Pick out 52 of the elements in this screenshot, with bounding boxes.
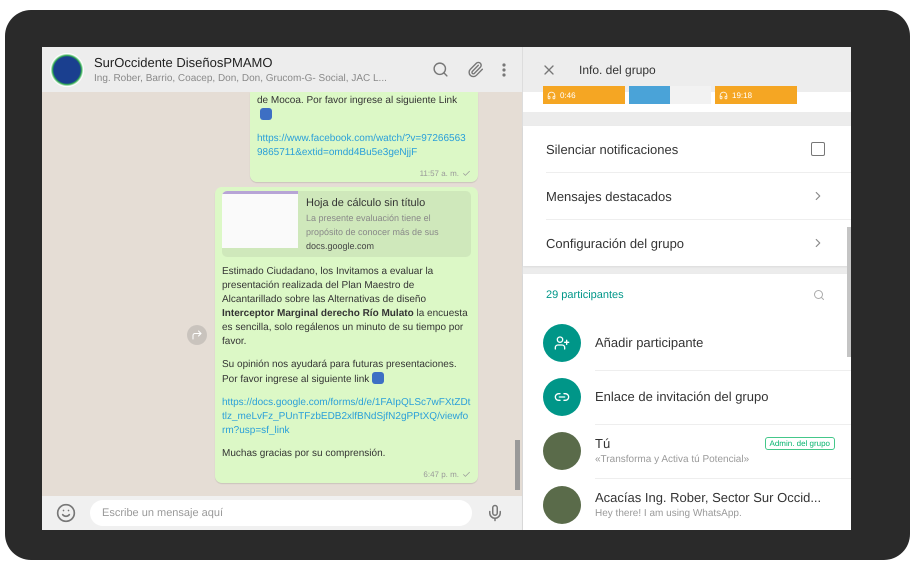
forward-icon bbox=[191, 329, 203, 341]
search-icon bbox=[432, 61, 449, 78]
message-text: Su opinión nos ayudará para futuras presentaciones. Por favor ingrese al siguiente link bbox=[222, 358, 458, 387]
preview-description: La presente evaluación tiene el propósito de conocer más de sus bbox=[306, 212, 440, 239]
message-input[interactable]: Escribe un mensaje aquí bbox=[90, 500, 472, 526]
scrollbar[interactable] bbox=[515, 440, 520, 490]
participant-row[interactable]: Tú Admin. del grupo «Transforma y Activa tú Potencial» bbox=[523, 424, 851, 478]
scrollbar[interactable] bbox=[847, 227, 851, 357]
participant-status: Hey there! I am using WhatsApp. bbox=[595, 508, 743, 519]
participant-name: Acacías Ing. Rober, Sector Sur Occid... bbox=[595, 490, 822, 505]
smiley-icon bbox=[56, 503, 76, 523]
check-icon bbox=[462, 470, 471, 479]
settings-label: Configuración del grupo bbox=[546, 236, 684, 250]
settings-label: Mensajes destacados bbox=[546, 188, 672, 204]
chat-title: SurOccidente DiseñosPMAMO bbox=[94, 55, 274, 70]
checkbox[interactable] bbox=[811, 142, 825, 156]
message-time: 6:47 p. m. bbox=[423, 470, 459, 479]
settings-label: Silenciar notificaciones bbox=[546, 142, 678, 156]
chat-members: Ing. Rober, Barrio, Coacep, Don, Don, Grucom-G- Social, JAC L... bbox=[94, 73, 388, 84]
action-label: Añadir participante bbox=[595, 335, 704, 350]
add-person-icon bbox=[554, 335, 570, 351]
participant-row[interactable]: Acacías Ing. Rober, Sector Sur Occid... Hey there! I am using WhatsApp. bbox=[523, 478, 851, 530]
action-label: Enlace de invitación del grupo bbox=[595, 389, 770, 404]
action-row[interactable]: Enlace de invitación del grupo bbox=[523, 370, 851, 424]
microphone-icon bbox=[486, 504, 504, 522]
participant-name: Tú bbox=[595, 436, 610, 451]
audio-duration: 0:46 bbox=[560, 90, 576, 100]
menu-icon bbox=[502, 62, 506, 76]
link-preview[interactable]: Hoja de cálculo sin título La presente evaluación tiene el propósito de conocer más de sus docs.google.com bbox=[222, 191, 471, 257]
photo-placeholder bbox=[543, 486, 581, 524]
headphones-icon bbox=[719, 90, 728, 100]
message-time: 11:57 a. m. bbox=[420, 169, 459, 178]
photo-placeholder bbox=[543, 432, 581, 470]
check-icon bbox=[462, 169, 471, 178]
participant-status: «Transforma y Activa tú Potencial» bbox=[595, 454, 750, 465]
photo-placeholder[interactable] bbox=[629, 86, 711, 104]
settings-row[interactable]: Mensajes destacados bbox=[546, 173, 851, 220]
panel-title: Info. del grupo bbox=[579, 62, 656, 76]
settings-row[interactable]: Silenciar notificaciones bbox=[546, 126, 851, 173]
settings-row[interactable]: Configuración del grupo bbox=[546, 220, 851, 266]
audio-duration: 19:18 bbox=[732, 90, 752, 100]
admin-badge: Admin. del grupo bbox=[764, 437, 835, 450]
message-text: Estimado Ciudadano, los Invitamos a evaluar la presentación realizada del Plan Maestro de Alcantarillado sobre las Alternativas de diseño Interceptor Marginal derecho Río Mulato la encuesta es sencilla, solo regálenos un minuto de su tiempo por favor. bbox=[222, 265, 469, 349]
message-text: de Mocoa. Por favor ingrese al siguiente Link bbox=[257, 94, 471, 123]
headphones-icon bbox=[547, 90, 556, 100]
participants-count: 29 participantes bbox=[546, 289, 624, 301]
preview-title: Hoja de cálculo sin título bbox=[306, 197, 426, 209]
message-text: Muchas gracias por su comprensión. bbox=[222, 447, 386, 461]
preview-domain: docs.google.com bbox=[306, 241, 376, 251]
paperclip-icon bbox=[467, 61, 484, 78]
group-avatar[interactable] bbox=[50, 52, 84, 86]
search-icon[interactable] bbox=[813, 289, 825, 301]
